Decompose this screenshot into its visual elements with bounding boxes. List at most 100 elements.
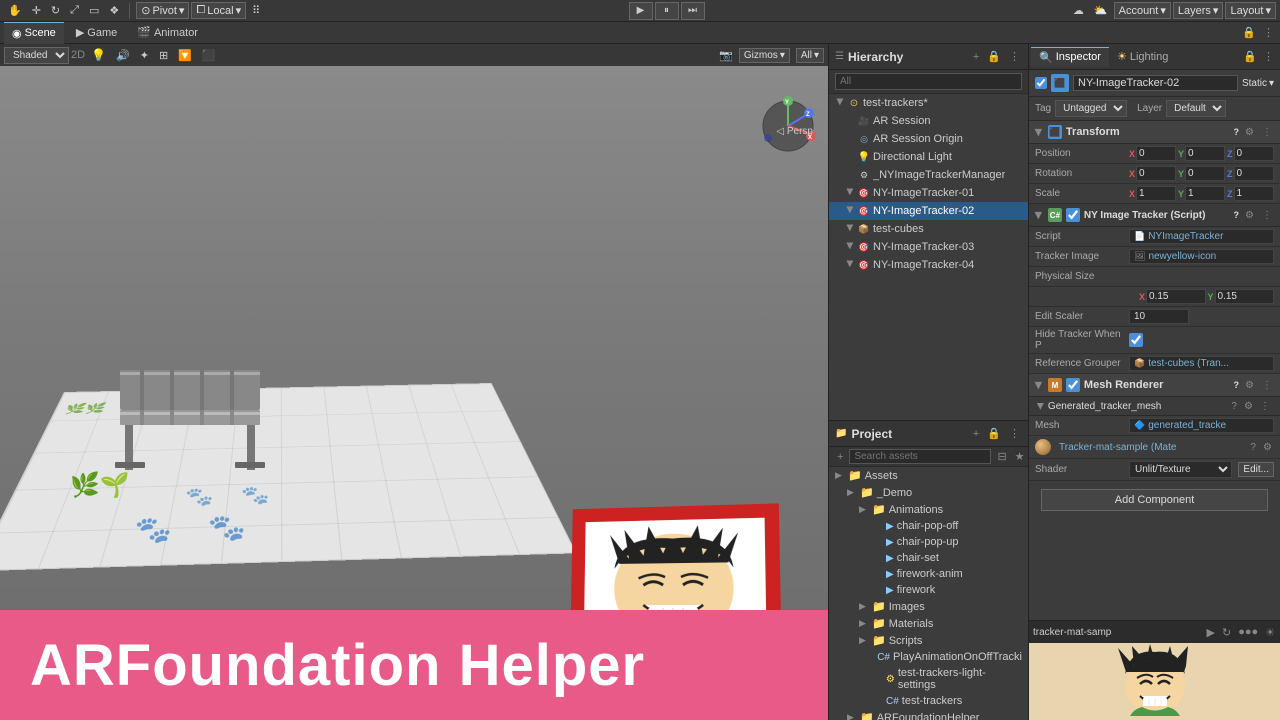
mesh-renderer-dots-btn[interactable]: ⋮: [1260, 380, 1274, 391]
gen-mesh-gear-btn[interactable]: ⚙: [1242, 401, 1255, 412]
project-add-btn[interactable]: +: [971, 426, 981, 441]
project-view-btn[interactable]: ⊟: [995, 449, 1008, 464]
project-add-folder-btn[interactable]: +: [835, 450, 845, 464]
script-dots-btn[interactable]: ⋮: [1260, 210, 1274, 221]
avatar-play-btn[interactable]: ▶: [1205, 625, 1217, 640]
project-folder-scripts[interactable]: ▶ 📁 Scripts: [829, 632, 1028, 649]
tab-lighting[interactable]: ☀ Lighting: [1109, 47, 1176, 66]
project-file-firework[interactable]: ▶ firework: [829, 582, 1028, 598]
hide-tracker-checkbox[interactable]: [1129, 333, 1143, 347]
all-dropdown[interactable]: All ▾: [796, 48, 824, 63]
scene-render-btn[interactable]: ⬛: [198, 48, 220, 63]
project-file-test-trackers[interactable]: C# test-trackers: [829, 693, 1028, 709]
transform-dots-btn[interactable]: ⋮: [1260, 127, 1274, 138]
audio-toggle-btn[interactable]: 🔊: [112, 48, 134, 63]
mesh-renderer-gear-btn[interactable]: ⚙: [1243, 380, 1256, 391]
hierarchy-item-tracker-03[interactable]: ▶ 🎯 NY-ImageTracker-03: [829, 238, 1028, 256]
project-star-btn[interactable]: ★: [1013, 449, 1027, 464]
hierarchy-item-tracker-04[interactable]: ▶ 🎯 NY-ImageTracker-04: [829, 256, 1028, 274]
position-x-input[interactable]: [1136, 146, 1176, 161]
transform-gear-btn[interactable]: ⚙: [1243, 127, 1256, 138]
scale-z-input[interactable]: [1234, 186, 1275, 201]
edit-shader-btn[interactable]: Edit...: [1238, 462, 1274, 477]
gen-mesh-help-btn[interactable]: ?: [1229, 401, 1239, 412]
camera-icon-btn[interactable]: 📷: [715, 48, 737, 63]
tab-animator[interactable]: 🎬 Animator: [129, 22, 206, 44]
hierarchy-search-input[interactable]: [835, 73, 1022, 90]
object-active-checkbox[interactable]: [1035, 77, 1047, 89]
physical-x-input[interactable]: [1146, 289, 1205, 304]
script-gear-btn[interactable]: ⚙: [1243, 210, 1256, 221]
project-folder-arfoundation[interactable]: ▶ 📁 ARFoundationHelper: [829, 709, 1028, 720]
rotation-z-input[interactable]: [1234, 166, 1275, 181]
object-name-field[interactable]: [1073, 75, 1238, 91]
rect-tool-button[interactable]: ▭: [85, 3, 103, 18]
inspector-lock-btn[interactable]: 🔒: [1241, 49, 1259, 64]
shader-dropdown[interactable]: Unlit/Texture: [1129, 461, 1232, 478]
layer-dropdown[interactable]: Default: [1166, 100, 1226, 117]
static-dropdown[interactable]: Static ▾: [1242, 78, 1274, 89]
project-file-chair-pop-off[interactable]: ▶ chair-pop-off: [829, 518, 1028, 534]
project-file-play-anim[interactable]: C# PlayAnimationOnOffTracki: [829, 649, 1028, 665]
lock-icon-btn[interactable]: 🔒: [1240, 25, 1258, 40]
layout-dropdown[interactable]: Layout ▾: [1225, 2, 1276, 19]
collab-button[interactable]: ☁: [1069, 3, 1088, 18]
mesh-renderer-header[interactable]: ▶ M Mesh Renderer ? ⚙ ⋮: [1029, 374, 1280, 397]
hierarchy-item-tracker-01[interactable]: ▶ 🎯 NY-ImageTracker-01: [829, 184, 1028, 202]
layers-dropdown[interactable]: Layers ▾: [1173, 2, 1224, 19]
gen-mesh-dots-btn[interactable]: ⋮: [1258, 401, 1272, 412]
effects-toggle-btn[interactable]: ✦: [136, 48, 153, 63]
light-toggle-btn[interactable]: 💡: [87, 47, 110, 63]
project-file-chair-set[interactable]: ▶ chair-set: [829, 550, 1028, 566]
transform-tool-button[interactable]: ❖: [105, 3, 123, 18]
hierarchy-lock-btn[interactable]: 🔒: [985, 49, 1003, 64]
edit-scaler-input[interactable]: [1129, 309, 1189, 324]
local-dropdown[interactable]: ⧠ Local ▾: [191, 2, 246, 19]
scale-tool-button[interactable]: ⤢: [66, 3, 83, 18]
avatar-loop-btn[interactable]: ↻: [1220, 625, 1233, 640]
project-menu-btn[interactable]: ⋮: [1007, 426, 1022, 441]
project-folder-materials[interactable]: ▶ 📁 Materials: [829, 615, 1028, 632]
rotation-x-input[interactable]: [1136, 166, 1176, 181]
scene-grid-btn[interactable]: ⊞: [155, 48, 172, 63]
tab-inspector[interactable]: 🔍 Inspector: [1031, 47, 1109, 67]
project-folder-demo[interactable]: ▶ 📁 _Demo: [829, 484, 1028, 501]
transform-section-header[interactable]: ▶ ⬛ Transform ? ⚙ ⋮: [1029, 121, 1280, 144]
project-file-light-settings[interactable]: ⚙ test-trackers-light-settings: [829, 665, 1028, 693]
pause-button[interactable]: ⏸: [655, 2, 679, 20]
shaded-dropdown[interactable]: Shaded: [4, 47, 69, 64]
tag-dropdown[interactable]: Untagged: [1055, 100, 1127, 117]
hierarchy-scene-root[interactable]: ▶ ⊙ test-trackers*: [829, 94, 1028, 112]
grid-tool-button[interactable]: ⠿: [248, 3, 264, 18]
play-button[interactable]: ▶: [629, 2, 653, 20]
rotate-tool-button[interactable]: ↻: [47, 3, 64, 18]
project-file-chair-pop-up[interactable]: ▶ chair-pop-up: [829, 534, 1028, 550]
physical-y-input[interactable]: [1215, 289, 1274, 304]
scene-extra-btn[interactable]: 🔽: [174, 48, 196, 63]
mat-gear-btn[interactable]: ⚙: [1261, 442, 1274, 453]
pivot-dropdown[interactable]: ⊙ Pivot ▾: [136, 2, 189, 19]
inspector-menu-btn[interactable]: ⋮: [1261, 49, 1276, 64]
mesh-renderer-checkbox[interactable]: [1066, 378, 1080, 392]
account-dropdown[interactable]: Account ▾: [1114, 2, 1171, 19]
step-button[interactable]: ⏭: [681, 2, 705, 20]
project-file-firework-anim[interactable]: ▶ firework-anim: [829, 566, 1028, 582]
scene-view[interactable]: Shaded 2D 💡 🔊 ✦ ⊞ 🔽 ⬛ 📷 Gizmos ▾ All ▾: [0, 44, 828, 720]
project-lock-btn[interactable]: 🔒: [985, 426, 1003, 441]
cloud-button[interactable]: ⛅: [1090, 3, 1112, 18]
rotation-y-input[interactable]: [1185, 166, 1225, 181]
hierarchy-item-ar-session[interactable]: 🎥 AR Session: [829, 112, 1028, 130]
position-y-input[interactable]: [1185, 146, 1225, 161]
hierarchy-menu-btn[interactable]: ⋮: [1007, 49, 1022, 64]
hierarchy-item-tracker-02[interactable]: ▶ 🎯 NY-ImageTracker-02: [829, 202, 1028, 220]
hierarchy-add-btn[interactable]: +: [971, 49, 981, 64]
script-section-checkbox[interactable]: [1066, 208, 1080, 222]
hierarchy-item-ar-origin[interactable]: ◎ AR Session Origin: [829, 130, 1028, 148]
project-search-input[interactable]: [849, 449, 991, 464]
mat-help-btn[interactable]: ?: [1248, 442, 1258, 453]
menu-dots-btn[interactable]: ⋮: [1261, 25, 1276, 40]
scale-y-input[interactable]: [1185, 186, 1225, 201]
hierarchy-item-dir-light[interactable]: 💡 Directional Light: [829, 148, 1028, 166]
scale-x-input[interactable]: [1136, 186, 1176, 201]
add-component-button[interactable]: Add Component: [1041, 489, 1268, 511]
